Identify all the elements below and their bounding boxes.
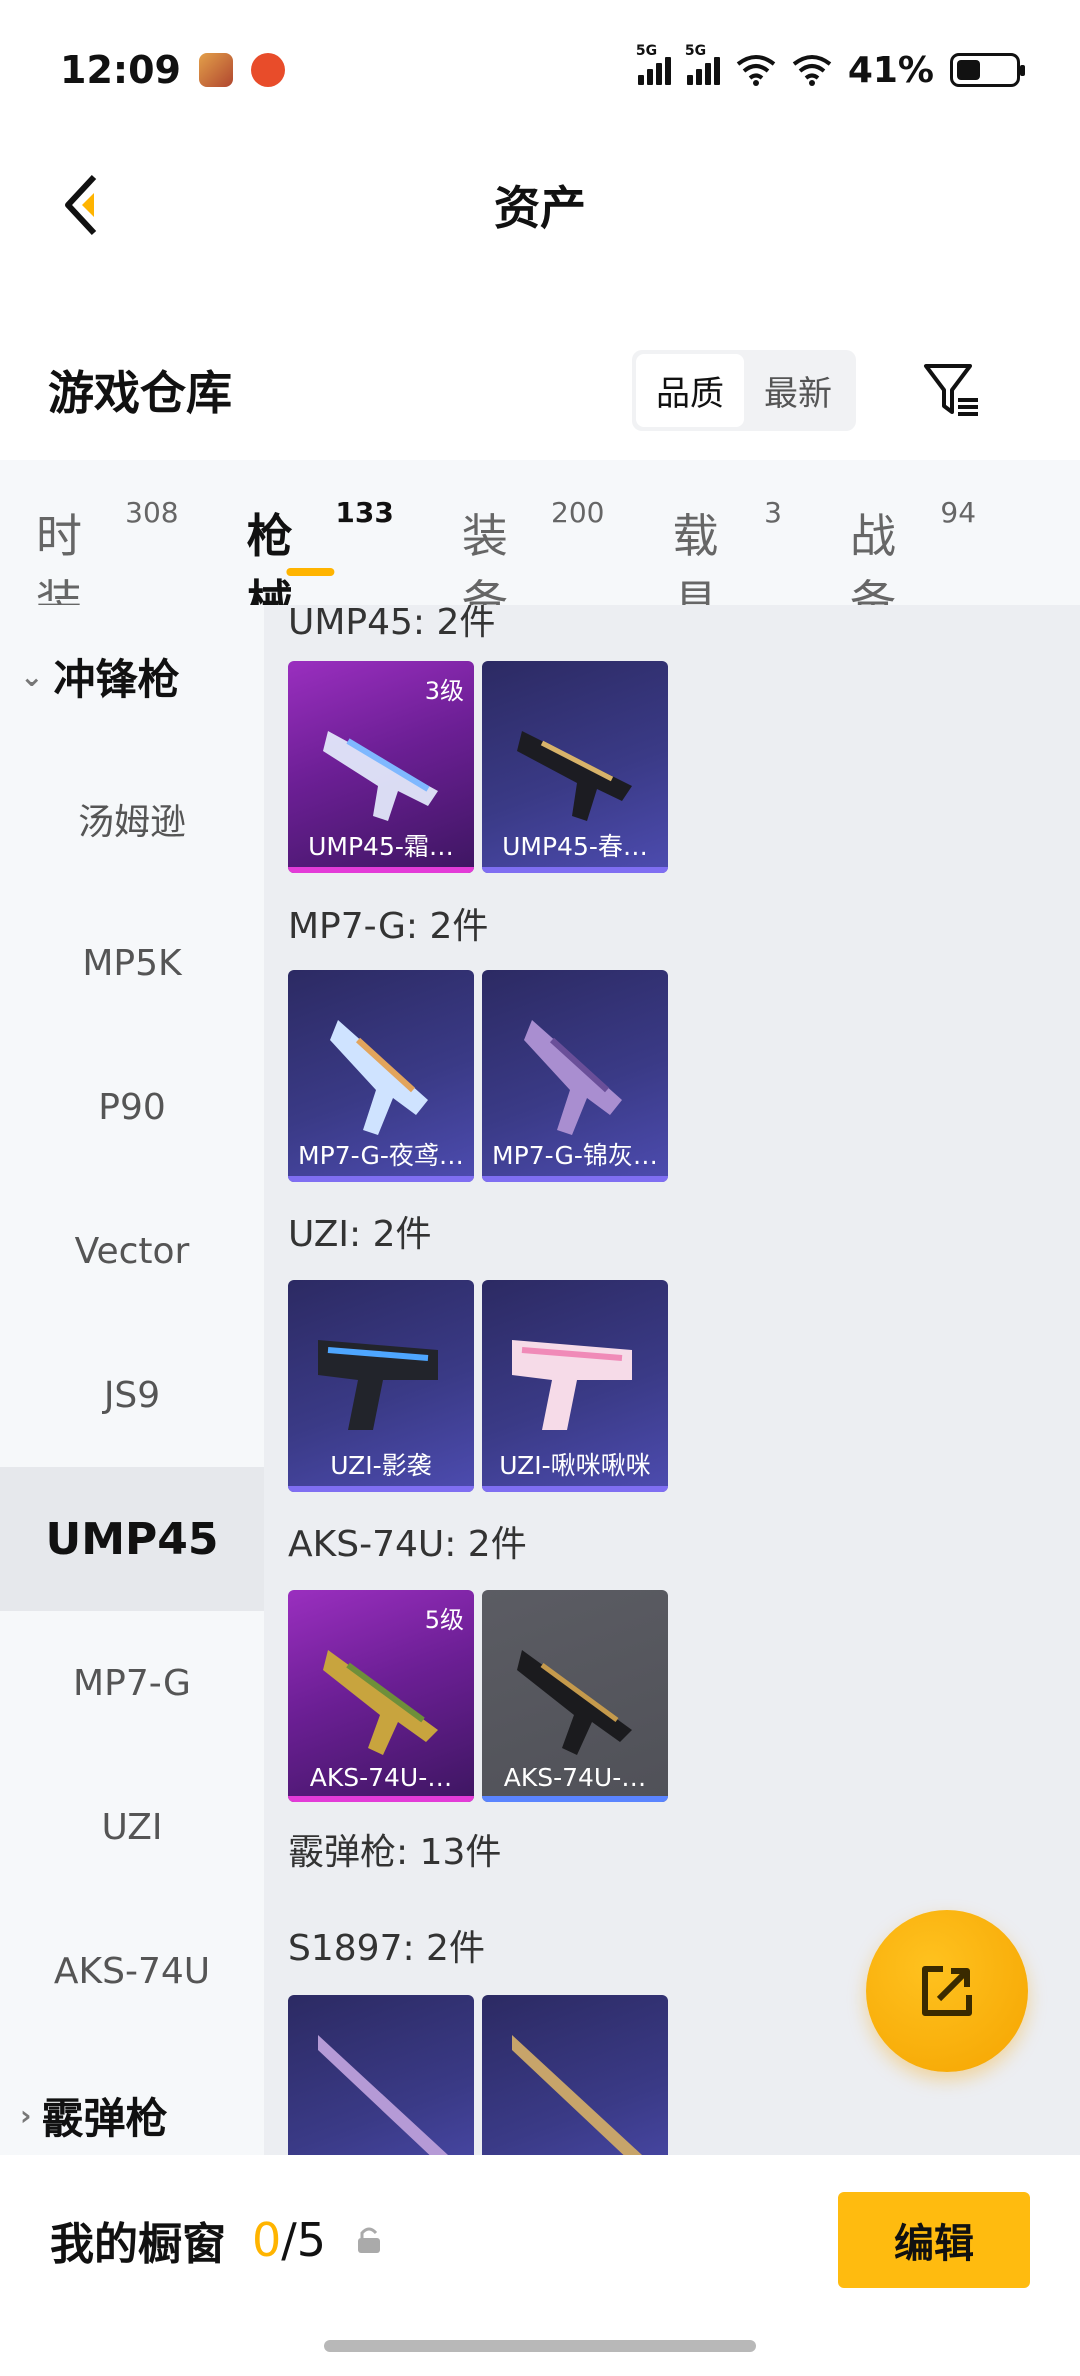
- weapon-sidebar: ⌄ 冲锋枪 汤姆逊 MP5K P90 Vector JS9 UMP45 MP7-…: [0, 605, 264, 2155]
- share-icon: [922, 1966, 972, 2016]
- group-title-mp7g: MP7-G: 2件: [288, 906, 489, 947]
- sort-latest-button[interactable]: 最新: [744, 354, 852, 427]
- category-tabs: 时装 308 枪械 133 装备 200 载具 3 战备 94: [0, 460, 1080, 629]
- sidebar-item-mp7g[interactable]: MP7-G: [0, 1611, 264, 1755]
- group-title-shotgun: 霰弹枪: 13件: [288, 1832, 502, 1873]
- sidebar-item-thompson[interactable]: 汤姆逊: [0, 747, 264, 891]
- page-title: 资产: [494, 181, 586, 235]
- filter-icon: [924, 364, 978, 416]
- weapon-card[interactable]: MP7-G-锦灰…: [482, 970, 668, 1182]
- clock: 12:09: [60, 48, 181, 92]
- sort-toggle: 品质 最新: [632, 349, 856, 431]
- weapon-card[interactable]: [288, 1995, 474, 2155]
- game-app-icon: [198, 53, 233, 87]
- sidebar-item-aks74u[interactable]: AKS-74U: [0, 1899, 264, 2043]
- home-indicator[interactable]: [324, 2340, 756, 2352]
- warehouse-header: 游戏仓库 品质 最新: [0, 330, 1080, 450]
- edit-button[interactable]: 编辑: [838, 2192, 1030, 2288]
- shotgun-skin-image: [318, 2035, 448, 2155]
- weapon-card[interactable]: UZI-啾咪啾咪: [482, 1280, 668, 1492]
- weapon-card[interactable]: 5级 AKS-74U-…: [288, 1590, 474, 1802]
- header: 资产: [0, 140, 1080, 270]
- share-button[interactable]: [866, 1910, 1028, 2072]
- wifi-icon: [736, 55, 776, 86]
- sidebar-item-vector[interactable]: Vector: [0, 1179, 264, 1323]
- showcase-bar: 我的橱窗 0/5 编辑: [0, 2155, 1080, 2325]
- notification-app-icon: [250, 53, 285, 87]
- battery-icon: [950, 53, 1025, 87]
- wifi-icon: [792, 55, 832, 86]
- back-arrow-icon: [65, 174, 97, 236]
- sort-quality-button[interactable]: 品质: [636, 353, 744, 427]
- sidebar-item-uzi[interactable]: UZI: [0, 1755, 264, 1899]
- signal-icon: 5G: [636, 43, 671, 85]
- chevron-right-icon: ›: [20, 2098, 32, 2132]
- sidebar-item-js9[interactable]: JS9: [0, 1323, 264, 1467]
- showcase-label: 我的橱窗: [50, 2219, 226, 2270]
- signal-icon: 5G: [685, 43, 720, 85]
- weapon-card[interactable]: UMP45-春…: [482, 661, 668, 873]
- weapon-card[interactable]: MP7-G-夜鸢…: [288, 970, 474, 1182]
- group-title-aks74u: AKS-74U: 2件: [288, 1524, 527, 1565]
- sidebar-category-smg[interactable]: ⌄ 冲锋枪: [0, 605, 264, 747]
- sidebar-item-ump45[interactable]: UMP45: [0, 1467, 264, 1611]
- showcase-count: 0/5: [252, 2213, 327, 2267]
- group-title-ump45: UMP45: 2件: [288, 605, 496, 643]
- weapon-card[interactable]: AKS-74U-…: [482, 1590, 668, 1802]
- weapon-card[interactable]: UZI-影袭: [288, 1280, 474, 1492]
- weapon-card[interactable]: [482, 1995, 668, 2155]
- filter-button[interactable]: [912, 350, 992, 430]
- lock-icon: [356, 2225, 382, 2255]
- back-button[interactable]: [40, 165, 120, 245]
- group-title-uzi: UZI: 2件: [288, 1214, 432, 1255]
- weapon-card[interactable]: 3级 UMP45-霜…: [288, 661, 474, 873]
- chevron-down-icon: ⌄: [20, 659, 44, 693]
- battery-percent: 41%: [847, 49, 934, 91]
- sidebar-item-mp5k[interactable]: MP5K: [0, 891, 264, 1035]
- group-title-s1897: S1897: 2件: [288, 1928, 485, 1969]
- sidebar-item-p90[interactable]: P90: [0, 1035, 264, 1179]
- status-bar: 12:09 5G 5G 41%: [0, 0, 1080, 140]
- shotgun-skin-image: [512, 2035, 642, 2155]
- warehouse-title: 游戏仓库: [48, 366, 232, 420]
